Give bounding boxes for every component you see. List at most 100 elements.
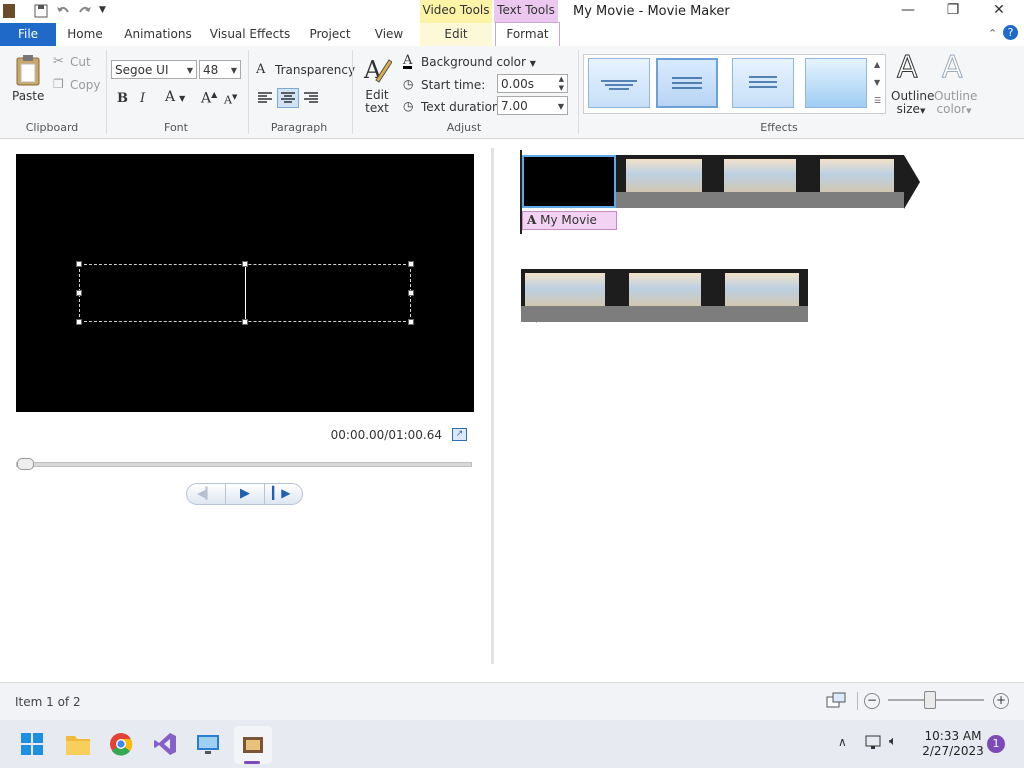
grow-font-button[interactable]: A▲	[201, 90, 217, 107]
title-clip[interactable]	[522, 155, 616, 208]
effect-thumbnail[interactable]	[732, 58, 794, 108]
resize-handle[interactable]	[76, 261, 82, 267]
edit-text-button[interactable]: A	[362, 54, 393, 87]
fullscreen-preview-icon[interactable]: ↗	[452, 428, 467, 441]
effects-group-label: Effects	[760, 121, 798, 134]
outline-size-label: Outline size	[891, 89, 935, 116]
movie-maker-taskbar-button[interactable]	[234, 726, 272, 764]
caption-clip[interactable]: A My Movie	[522, 211, 617, 230]
clipboard-group-label: Clipboard	[25, 121, 79, 134]
preview-timecode: 00:00.00/01:00.64	[330, 428, 442, 442]
italic-button[interactable]: I	[140, 91, 145, 106]
outline-size-button[interactable]: Outline size▼	[891, 89, 935, 118]
transparency-button[interactable]: Transparency	[275, 63, 355, 77]
thumbnail-size-icon[interactable]	[826, 692, 846, 708]
shrink-font-button[interactable]: A▼	[224, 93, 237, 107]
previous-frame-button[interactable]: ◀▎	[197, 487, 214, 500]
chevron-down-icon: ▼	[919, 107, 926, 115]
audio-waveform	[616, 192, 904, 208]
save-icon[interactable]	[34, 4, 48, 18]
text-duration-label: Text duration:	[421, 100, 504, 114]
maximize-button[interactable]: ❐	[930, 2, 976, 22]
resize-handle[interactable]	[76, 319, 82, 325]
effect-thumbnail[interactable]	[805, 58, 867, 108]
outline-color-icon: A	[942, 50, 964, 86]
network-icon[interactable]	[864, 734, 882, 750]
windows-start-icon[interactable]	[20, 732, 44, 756]
collapse-ribbon-icon[interactable]: ⌃	[988, 27, 997, 40]
effect-thumbnail-selected[interactable]	[656, 58, 718, 108]
undo-icon[interactable]	[56, 4, 70, 18]
paste-button[interactable]	[14, 54, 42, 89]
tab-animations[interactable]: Animations	[122, 23, 194, 46]
close-button[interactable]: ✕	[976, 2, 1022, 22]
tab-project[interactable]: Project	[306, 23, 354, 46]
align-left-button[interactable]	[257, 91, 273, 108]
movie-maker-icon	[243, 737, 263, 753]
customize-qat-icon[interactable]: ▼	[99, 5, 106, 15]
outline-color-button[interactable]: Outline color▼	[934, 90, 977, 118]
app-icon	[3, 4, 15, 18]
clock-date: 2/27/2023	[922, 744, 984, 758]
resize-handle[interactable]	[408, 319, 414, 325]
effect-thumbnail[interactable]	[588, 58, 650, 108]
video-clip-2[interactable]	[521, 269, 808, 322]
font-color-button[interactable]: A ▼	[165, 89, 185, 105]
redo-icon[interactable]	[78, 4, 92, 18]
bold-button[interactable]: B	[117, 91, 128, 106]
tab-file[interactable]: File	[0, 23, 56, 46]
text-duration-combo[interactable]: 7.00 ▼	[497, 96, 568, 115]
spinner-icon[interactable]: ▲ ▼	[559, 75, 564, 93]
resize-handle[interactable]	[76, 290, 82, 296]
zoom-slider-thumb[interactable]	[924, 691, 936, 709]
video-clip-1[interactable]	[616, 155, 904, 208]
tab-format[interactable]: Format	[495, 22, 560, 46]
zoom-out-button[interactable]: −	[864, 693, 880, 709]
font-family-combo[interactable]: Segoe UI ▼	[111, 60, 197, 79]
tab-visual-effects[interactable]: Visual Effects	[208, 23, 292, 46]
copy-button[interactable]: Copy	[70, 78, 100, 92]
align-right-button[interactable]	[303, 91, 319, 108]
cut-button[interactable]: Cut	[70, 55, 91, 69]
background-color-button[interactable]: Background color ▼	[421, 55, 536, 69]
chevron-down-icon: ▼	[557, 102, 564, 111]
font-family-value: Segoe UI	[115, 63, 169, 77]
pane-divider[interactable]	[491, 148, 494, 664]
start-time-label: Start time:	[421, 78, 486, 92]
remote-desktop-icon[interactable]	[196, 732, 220, 756]
next-frame-button[interactable]: ▎▶	[272, 486, 290, 500]
font-size-combo[interactable]: 48 ▼	[199, 60, 241, 79]
zoom-slider[interactable]	[888, 699, 984, 701]
adjust-group-label: Adjust	[446, 121, 482, 134]
resize-handle[interactable]	[242, 319, 248, 325]
gallery-scroll-icon[interactable]: ▲ ▼ ☰	[874, 56, 881, 110]
resize-handle[interactable]	[242, 261, 248, 267]
group-separator	[248, 50, 249, 134]
zoom-in-button[interactable]: +	[993, 693, 1009, 709]
tab-view[interactable]: View	[368, 23, 410, 46]
start-time-input[interactable]: 0.00s ▲ ▼	[497, 74, 568, 93]
resize-handle[interactable]	[408, 290, 414, 296]
notification-badge[interactable]: 1	[987, 735, 1005, 753]
font-group-label: Font	[164, 121, 188, 134]
play-button[interactable]: ▶	[225, 483, 265, 505]
seek-thumb[interactable]	[17, 458, 34, 470]
seek-bar[interactable]	[16, 462, 472, 467]
tab-home[interactable]: Home	[60, 23, 110, 46]
minimize-button[interactable]: —	[885, 2, 931, 22]
help-icon[interactable]: ?	[1003, 25, 1018, 40]
visual-studio-icon[interactable]	[153, 732, 177, 756]
chrome-icon[interactable]	[109, 732, 133, 756]
tab-edit[interactable]: Edit	[420, 23, 492, 46]
file-explorer-icon[interactable]	[65, 732, 90, 756]
paste-icon	[16, 55, 40, 86]
system-clock[interactable]: 10:33 AM 2/27/2023	[913, 729, 993, 759]
volume-icon[interactable]: 🔈︎	[889, 734, 897, 749]
align-center-button[interactable]	[277, 88, 299, 108]
group-separator	[352, 50, 353, 134]
resize-handle[interactable]	[408, 261, 414, 267]
chevron-up-icon[interactable]: ∧	[838, 735, 847, 749]
font-size-value: 48	[203, 63, 219, 77]
grow-font-arrow-icon: ▲	[211, 90, 218, 99]
caption-clip-label: My Movie	[540, 213, 597, 227]
